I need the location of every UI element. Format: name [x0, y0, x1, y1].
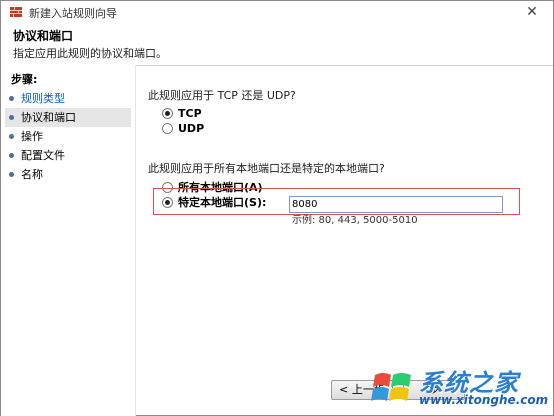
- step-protocol-ports[interactable]: 协议和端口: [5, 108, 131, 127]
- steps-sidebar: 步骤: 规则类型 协议和端口 操作 配置文件 名称: [1, 65, 136, 416]
- port-question: 此规则应用于所有本地端口还是特定的本地端口?: [148, 162, 385, 175]
- page-subtitle: 指定应用此规则的协议和端口。: [13, 47, 167, 60]
- radio-circle[interactable]: [162, 123, 173, 134]
- windows-logo-icon: [371, 373, 411, 401]
- radio-label: 特定本地端口(S):: [178, 196, 267, 209]
- step-label: 配置文件: [21, 149, 65, 162]
- close-icon[interactable]: ✕: [523, 3, 541, 21]
- protocol-question: 此规则应用于 TCP 还是 UDP?: [148, 89, 296, 102]
- watermark-url: www.xitonghe.com: [419, 393, 549, 407]
- step-rule-type[interactable]: 规则类型: [5, 89, 131, 108]
- step-label: 规则类型: [21, 92, 65, 105]
- bullet-icon: [9, 134, 14, 139]
- bullet-icon: [9, 115, 14, 120]
- step-name: 名称: [5, 165, 131, 184]
- step-label: 协议和端口: [21, 111, 76, 124]
- bullet-icon: [9, 153, 14, 158]
- step-profile: 配置文件: [5, 146, 131, 165]
- step-label: 名称: [21, 168, 43, 181]
- step-action: 操作: [5, 127, 131, 146]
- step-label: 操作: [21, 130, 43, 143]
- radio-circle[interactable]: [162, 108, 173, 119]
- radio-label: UDP: [178, 122, 205, 135]
- title-bar: 新建入站规则向导 ✕: [1, 1, 553, 23]
- radio-label: TCP: [178, 107, 202, 120]
- radio-circle[interactable]: [162, 197, 173, 208]
- window-title: 新建入站规则向导: [29, 7, 117, 20]
- page-title: 协议和端口: [13, 29, 74, 43]
- wizard-window: 新建入站规则向导 ✕ 协议和端口 指定应用此规则的协议和端口。 步骤: 规则类型…: [0, 0, 554, 416]
- firewall-icon: [10, 7, 22, 17]
- bullet-icon: [9, 96, 14, 101]
- steps-heading: 步骤:: [11, 73, 38, 86]
- port-example: 示例: 80, 443, 5000-5010: [292, 215, 418, 226]
- bullet-icon: [9, 172, 14, 177]
- wizard-header: 协议和端口 指定应用此规则的协议和端口。: [1, 23, 553, 66]
- watermark: 系统之家 www.xitonghe.com: [371, 361, 553, 415]
